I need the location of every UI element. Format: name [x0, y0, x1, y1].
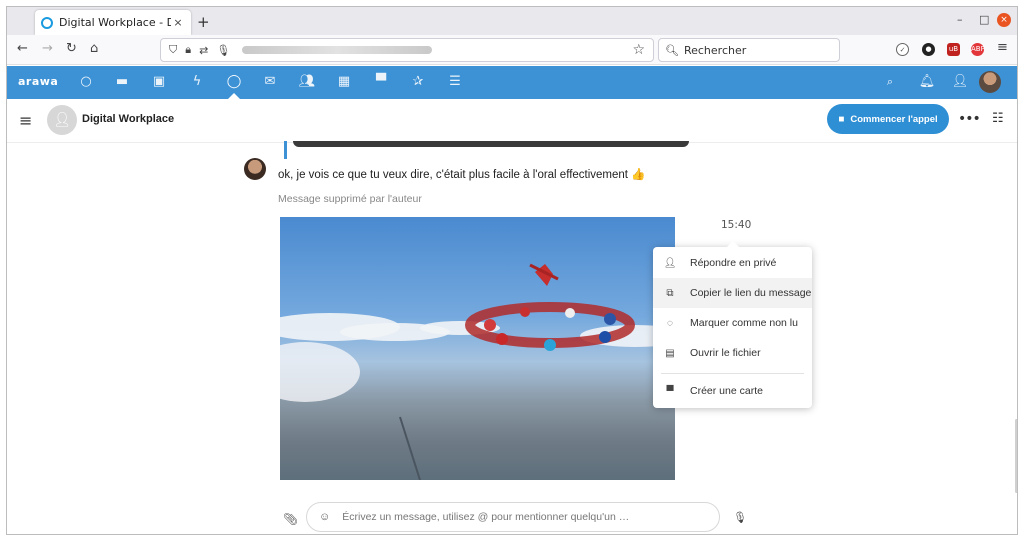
- message-context-menu: 👤︎ Répondre en privé ⧉ Copier le lien du…: [653, 241, 812, 408]
- shared-image[interactable]: [280, 217, 675, 480]
- hamburger-menu-icon[interactable]: ≡: [19, 111, 32, 130]
- eye-off-icon: ◌: [667, 317, 673, 329]
- mark-unread-menu-item[interactable]: ◌ Marquer comme non lu: [653, 308, 812, 338]
- mail-icon[interactable]: ✉: [261, 73, 279, 91]
- contacts-icon[interactable]: 👥︎: [298, 73, 316, 91]
- back-icon[interactable]: ←: [17, 41, 28, 56]
- microphone-icon[interactable]: 🎙︎: [733, 511, 747, 524]
- lock-icon[interactable]: 🔒︎: [185, 43, 191, 57]
- message-input-placeholder: Écrivez un message, utilisez @ pour ment…: [342, 511, 630, 523]
- open-file-menu-item[interactable]: ▤ Ouvrir le fichier: [653, 338, 812, 368]
- image-icon[interactable]: ▣: [150, 73, 168, 91]
- adblock-icon[interactable]: ABP: [971, 43, 985, 56]
- previous-message-bubble: [293, 141, 689, 147]
- shield-icon[interactable]: ⛉: [169, 43, 177, 57]
- menu-arrow: [727, 241, 739, 247]
- skydivers-illustration: [399, 263, 635, 480]
- person-icon: 👤︎: [663, 257, 677, 269]
- copy-link-menu-item[interactable]: ⧉ Copier le lien du message: [653, 278, 812, 308]
- notes-icon[interactable]: ☰: [446, 73, 464, 91]
- file-icon: ▤: [665, 347, 675, 359]
- url-bar[interactable]: ⛉ 🔒︎ ⇄ 🎙︎ ☆: [160, 38, 654, 62]
- conversation-header: ≡ 👤︎ Digital Workplace ■ Commencer l'app…: [7, 99, 1017, 143]
- mark-unread-label: Marquer comme non lu: [690, 317, 798, 329]
- deck-icon[interactable]: ▀: [372, 73, 390, 91]
- home-icon[interactable]: ⌂: [90, 41, 98, 56]
- menu-separator: [661, 373, 804, 374]
- message-text: ok, je vois ce que tu veux dire, c'était…: [278, 169, 646, 181]
- deleted-message-notice: Message supprimé par l'auteur: [278, 193, 422, 205]
- ublock-icon[interactable]: uB: [947, 43, 960, 56]
- app-header: arawa ○ ▬ ▣ ϟ ◯ ✉ 👥︎ ▦ ▀ ✰ ☰ ⌕ 🔔︎ 👤︎: [7, 66, 1017, 99]
- open-file-label: Ouvrir le fichier: [690, 347, 761, 359]
- folder-icon[interactable]: ▬: [113, 73, 131, 91]
- browser-window: Digital Workplace - Discu × + – □ × ← → …: [6, 6, 1018, 535]
- contacts-menu-icon[interactable]: 👤︎: [951, 73, 969, 91]
- message-input[interactable]: ☺ Écrivez un message, utilisez @ pour me…: [306, 502, 720, 532]
- tab-favicon-icon: [41, 16, 53, 29]
- tab-close-icon[interactable]: ×: [171, 16, 185, 29]
- quote-bar: [284, 141, 287, 159]
- more-options-icon[interactable]: •••: [958, 111, 981, 127]
- maximize-button[interactable]: □: [979, 13, 989, 26]
- conversation-title: Digital Workplace: [82, 113, 175, 125]
- emoji-icon[interactable]: ☺: [319, 511, 330, 523]
- pocket-icon[interactable]: ✓: [896, 43, 909, 56]
- app-menu-icon[interactable]: ≡: [997, 40, 1008, 55]
- deck-card-icon: ▀: [666, 385, 674, 397]
- forward-icon[interactable]: →: [42, 41, 53, 56]
- browser-tab[interactable]: Digital Workplace - Discu ×: [35, 10, 191, 35]
- message-timestamp: 15:40: [721, 219, 752, 231]
- start-call-button[interactable]: ■ Commencer l'appel: [827, 104, 949, 134]
- reload-icon[interactable]: ↻: [66, 41, 77, 56]
- user-avatar[interactable]: [979, 71, 1001, 93]
- chat-area: ok, je vois ce que tu veux dire, c'était…: [7, 141, 1017, 534]
- conversation-avatar: 👤︎: [47, 105, 77, 135]
- search-icon: 🔍︎: [665, 43, 679, 57]
- talk-icon[interactable]: ◯: [225, 73, 243, 91]
- notifications-icon[interactable]: 🔔︎: [918, 73, 936, 91]
- activity-icon[interactable]: ϟ: [188, 73, 206, 91]
- copy-link-label: Copier le lien du message: [690, 287, 812, 299]
- extension-icon[interactable]: ●: [922, 43, 935, 56]
- attachment-icon[interactable]: 📎︎: [283, 512, 298, 526]
- search-bar[interactable]: 🔍︎ Rechercher: [658, 38, 840, 62]
- reply-private-menu-item[interactable]: 👤︎ Répondre en privé: [653, 248, 812, 278]
- reply-private-label: Répondre en privé: [690, 257, 777, 269]
- create-card-menu-item[interactable]: ▀ Créer une carte: [653, 376, 812, 406]
- calendar-icon[interactable]: ▦: [335, 73, 353, 91]
- arawa-logo[interactable]: arawa: [18, 75, 58, 88]
- search-icon[interactable]: ⌕: [881, 73, 899, 91]
- create-card-label: Créer une carte: [690, 385, 763, 397]
- tab-strip: Digital Workplace - Discu × + – □ ×: [7, 7, 1017, 35]
- star-icon[interactable]: ✰: [409, 73, 427, 91]
- window-close-button[interactable]: ×: [997, 13, 1011, 27]
- bookmark-star-icon[interactable]: ☆: [632, 42, 645, 58]
- browser-toolbar: ← → ↻ ⌂ ⛉ 🔒︎ ⇄ 🎙︎ ☆ 🔍︎ Rechercher ✓ ● uB…: [7, 35, 1017, 65]
- blurred-url: [242, 46, 433, 54]
- tab-title: Digital Workplace - Discu: [59, 16, 171, 29]
- circle-icon[interactable]: ○: [77, 73, 95, 91]
- chat-scrollbar[interactable]: [1015, 419, 1017, 493]
- external-link-icon: ⧉: [666, 287, 674, 299]
- new-tab-button[interactable]: +: [197, 13, 210, 31]
- author-avatar[interactable]: [244, 158, 266, 180]
- minimize-button[interactable]: –: [957, 13, 963, 26]
- microphone-permission-icon[interactable]: 🎙︎: [216, 44, 230, 57]
- sidebar-toggle-icon[interactable]: ☷: [992, 111, 1004, 126]
- permissions-icon[interactable]: ⇄: [199, 44, 208, 57]
- start-call-label: Commencer l'appel: [850, 113, 938, 125]
- video-camera-icon: ■: [838, 113, 845, 125]
- search-placeholder: Rechercher: [683, 43, 747, 57]
